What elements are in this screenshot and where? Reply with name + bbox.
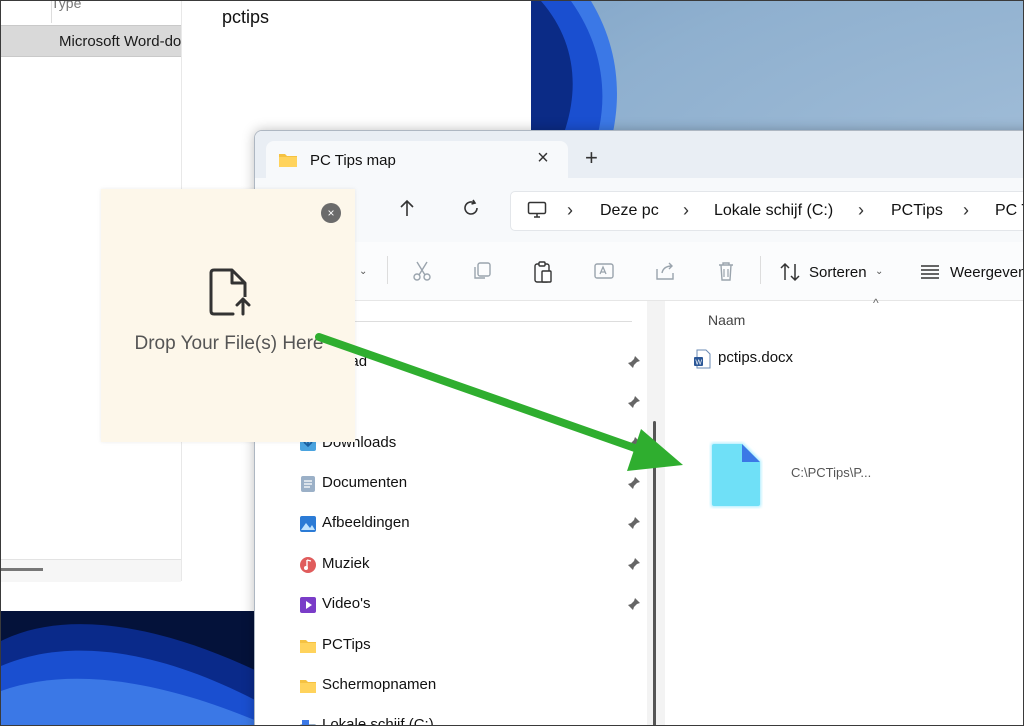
delete-icon[interactable] bbox=[715, 260, 737, 287]
address-bar[interactable]: › Deze pc › Lokale schijf (C:) › PCTips … bbox=[510, 191, 1023, 231]
breadcrumb-lokale-schijf[interactable]: Lokale schijf (C:) bbox=[714, 202, 833, 220]
drop-instruction: Drop Your File(s) Here bbox=[134, 333, 324, 354]
nav-item-label: Schermopnamen bbox=[322, 676, 437, 693]
file-type-row[interactable]: Microsoft Word-do bbox=[1, 25, 181, 57]
rename-icon[interactable] bbox=[593, 260, 615, 287]
chevron-right-icon: › bbox=[567, 200, 573, 220]
close-tab-icon[interactable]: × bbox=[532, 147, 554, 169]
vertical-scrollbar[interactable] bbox=[653, 421, 656, 725]
up-arrow-icon[interactable] bbox=[398, 198, 416, 223]
file-upload-icon bbox=[207, 267, 251, 322]
command-bar: ⌄ Sorteren ⌄ Weergeven bbox=[255, 242, 1023, 301]
view-icon[interactable] bbox=[919, 264, 941, 285]
wallpaper-swirl bbox=[521, 1, 661, 141]
refresh-icon[interactable] bbox=[461, 198, 481, 223]
toolbar-separator bbox=[760, 256, 761, 284]
tab-bar: PC Tips map × + bbox=[255, 131, 1023, 178]
nav-item-label: Documenten bbox=[322, 474, 408, 491]
drive-icon bbox=[299, 717, 317, 725]
name-column-header[interactable]: Naam bbox=[708, 312, 745, 328]
file-explorer-window: PC Tips map × + › Deze pc › Lokale schij… bbox=[254, 130, 1023, 726]
nav-item-label: Video's bbox=[322, 595, 371, 612]
tab-title: PC Tips map bbox=[310, 152, 396, 169]
horizontal-scrollbar[interactable] bbox=[1, 568, 43, 571]
type-column-header[interactable]: Type bbox=[51, 1, 81, 11]
chevron-down-icon[interactable]: ⌄ bbox=[875, 266, 883, 277]
file-name: pctips.docx bbox=[718, 349, 794, 366]
breadcrumb-pctips[interactable]: PCTips bbox=[891, 202, 943, 220]
pin-icon[interactable] bbox=[627, 597, 641, 616]
breadcrumb-pc-tips-map[interactable]: PC T bbox=[995, 202, 1023, 220]
file-drop-zone[interactable]: × Drop Your File(s) Here bbox=[101, 189, 355, 442]
folder-icon bbox=[299, 677, 317, 695]
chevron-down-icon[interactable]: ⌄ bbox=[359, 266, 367, 277]
share-icon[interactable] bbox=[654, 260, 676, 287]
tab-pc-tips-map[interactable]: PC Tips map × bbox=[266, 141, 568, 178]
close-icon[interactable]: × bbox=[321, 203, 341, 223]
wallpaper-swirl-bottom bbox=[1, 611, 257, 725]
pin-icon[interactable] bbox=[627, 355, 641, 374]
sort-chevron-icon: ^ bbox=[873, 296, 879, 310]
pin-icon[interactable] bbox=[627, 516, 641, 535]
chevron-right-icon: › bbox=[683, 200, 689, 220]
navigation-bar: › Deze pc › Lokale schijf (C:) › PCTips … bbox=[255, 178, 1023, 242]
new-tab-icon[interactable]: + bbox=[585, 147, 598, 169]
documents-icon bbox=[299, 475, 317, 493]
cut-icon[interactable] bbox=[411, 260, 433, 287]
sort-icon[interactable] bbox=[779, 262, 801, 287]
pin-icon[interactable] bbox=[627, 436, 641, 455]
drag-target-path: C:\PCTips\P... bbox=[791, 465, 872, 480]
dragged-file-icon bbox=[709, 441, 763, 514]
pin-icon[interactable] bbox=[627, 395, 641, 414]
nav-item-label: Muziek bbox=[322, 555, 370, 572]
computer-icon bbox=[527, 201, 547, 224]
paste-icon[interactable] bbox=[532, 260, 554, 289]
screenshot-frame: Type Microsoft Word-do pctips PC Tips ma… bbox=[0, 0, 1024, 726]
nav-item-label: PCTips bbox=[322, 636, 371, 653]
pictures-icon bbox=[299, 515, 317, 533]
videos-icon bbox=[299, 596, 317, 614]
file-type-value: Microsoft Word-do bbox=[59, 33, 182, 50]
document-text: pctips bbox=[222, 7, 270, 27]
chevron-right-icon: › bbox=[858, 200, 864, 220]
music-icon bbox=[299, 556, 317, 574]
folder-icon bbox=[278, 152, 298, 173]
nav-item-label: Lokale schijf (C:) bbox=[322, 716, 434, 726]
nav-item-label: Afbeeldingen bbox=[322, 514, 410, 531]
breadcrumb-deze-pc[interactable]: Deze pc bbox=[600, 202, 659, 220]
word-doc-icon: W bbox=[693, 349, 711, 374]
sort-button[interactable]: Sorteren bbox=[809, 264, 867, 281]
chevron-right-icon: › bbox=[963, 200, 969, 220]
pane-divider[interactable] bbox=[647, 301, 665, 725]
toolbar-separator bbox=[387, 256, 388, 284]
pin-icon[interactable] bbox=[627, 557, 641, 576]
view-button[interactable]: Weergeven bbox=[950, 264, 1023, 281]
folder-icon bbox=[299, 637, 317, 655]
pin-icon[interactable] bbox=[627, 476, 641, 495]
svg-text:W: W bbox=[695, 360, 702, 367]
copy-icon[interactable] bbox=[471, 260, 493, 287]
